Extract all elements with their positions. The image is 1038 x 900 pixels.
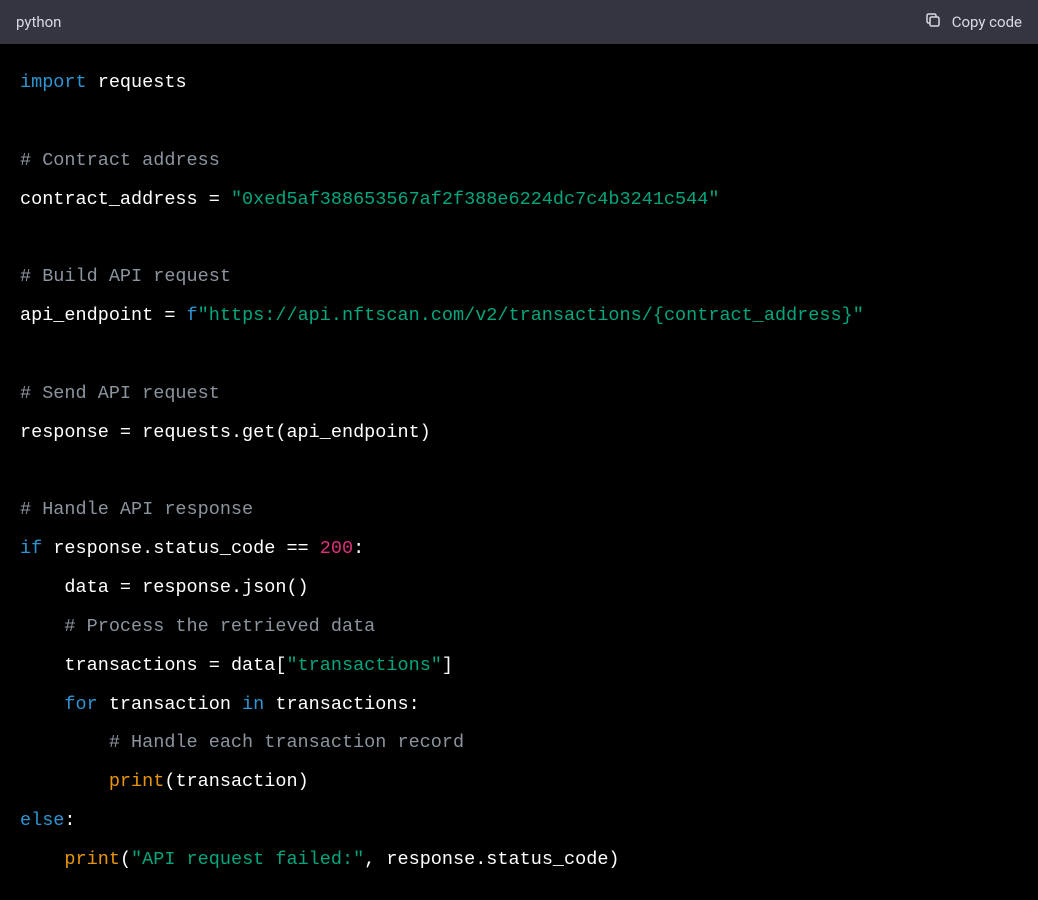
copy-code-button[interactable]: Copy code [924,11,1022,33]
operator: = [209,655,220,676]
comment: # Contract address [20,150,220,171]
paren: ( [120,849,131,870]
string-literal: "0xed5af388653567af2f388e6224dc7c4b3241c… [220,189,720,210]
comment: # Send API request [20,383,220,404]
string-literal: "https://api.nftscan.com/v2/transactions… [198,305,653,326]
language-label: python [16,13,61,31]
expression: data[ [220,655,287,676]
function-call: print [64,849,120,870]
keyword-if: if [20,538,42,559]
fstring-prefix: f [175,305,197,326]
string-literal: " [853,305,864,326]
function-call: print [109,771,165,792]
expression: requests.get(api_endpoint) [131,422,431,443]
bracket: ] [442,655,453,676]
keyword-else: else [20,810,64,831]
keyword-import: import [20,72,87,93]
identifier: transaction [98,694,242,715]
copy-code-label: Copy code [952,13,1022,31]
number-literal: 200 [320,538,353,559]
fstring-interp: {contract_address} [653,305,853,326]
identifier: data [20,577,120,598]
code-content[interactable]: import requests # Contract address contr… [20,64,1018,880]
operator: = [164,305,175,326]
comment: # Handle API response [20,499,253,520]
identifier: transactions [20,655,209,676]
operator: = [120,422,131,443]
code-block: python Copy code import requests # Contr… [0,0,1038,900]
colon: : [64,810,75,831]
comment: # Process the retrieved data [20,616,375,637]
module-name: requests [87,72,187,93]
comment: # Handle each transaction record [20,732,464,753]
expression: response.json() [131,577,309,598]
colon: : [353,538,364,559]
string-literal: "API request failed:" [131,849,364,870]
operator: = [120,577,131,598]
identifier: api_endpoint [20,305,164,326]
keyword-for: for [20,694,98,715]
indent [20,849,64,870]
keyword-in: in [242,694,264,715]
identifier: response [20,422,120,443]
code-header: python Copy code [0,0,1038,44]
expression: transactions: [264,694,419,715]
indent [20,771,109,792]
arguments: (transaction) [164,771,308,792]
arguments: , response.status_code) [364,849,619,870]
string-literal: "transactions" [286,655,441,676]
comment: # Build API request [20,266,231,287]
expression: response.status_code == [42,538,320,559]
code-body[interactable]: import requests # Contract address contr… [0,44,1038,900]
operator: = [209,189,220,210]
identifier: contract_address [20,189,209,210]
clipboard-icon [924,11,942,33]
